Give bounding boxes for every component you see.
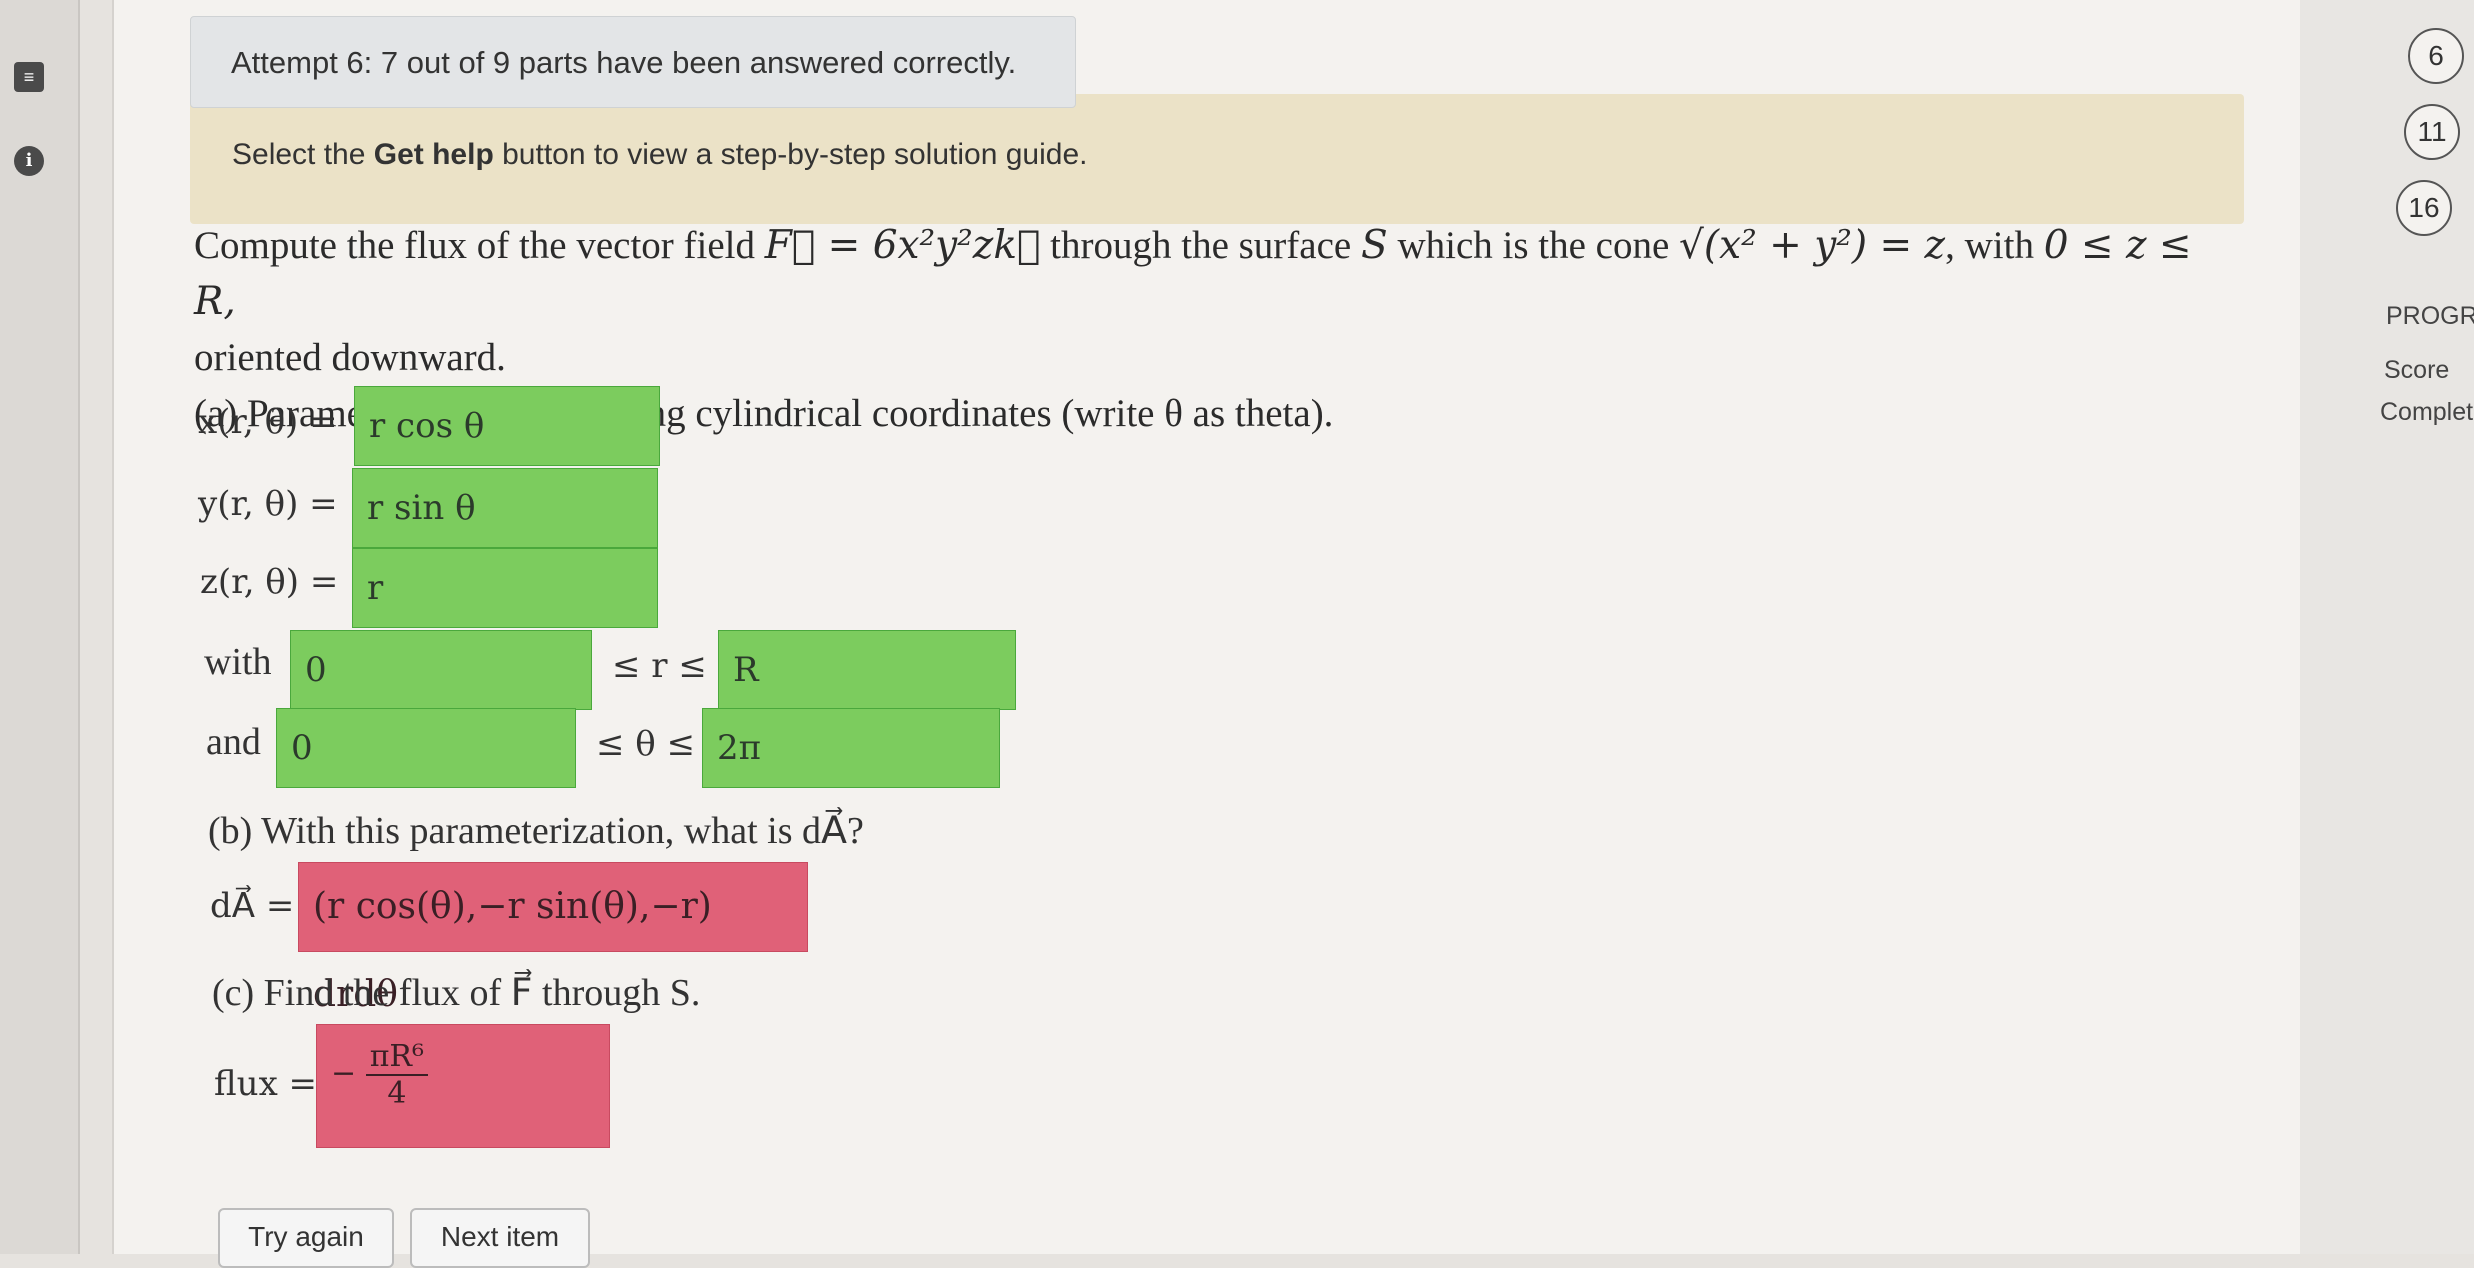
item-11-button[interactable]: 11 <box>2404 104 2460 160</box>
right-panel: 6 11 16 PROGR Score Complet <box>2300 0 2474 1254</box>
problem-text: , with <box>1945 224 2044 267</box>
y-label: y(r, θ) = <box>198 484 338 524</box>
flux-label: flux = <box>214 1064 318 1104</box>
with-label: with <box>204 641 272 683</box>
problem-text: Compute the flux of the vector field <box>194 224 765 267</box>
progress-label: PROGR <box>2386 302 2474 330</box>
part-b-question: (b) With this parameterization, what is … <box>208 810 864 852</box>
z-label: z(r, θ) = <box>200 562 339 602</box>
attempt-banner: Attempt 6: 7 out of 9 parts have been an… <box>190 16 1076 108</box>
score-label: Score <box>2384 356 2450 384</box>
try-again-button[interactable]: Try again <box>218 1208 394 1268</box>
x-label: x(r, θ) = <box>198 402 338 442</box>
z-answer-field[interactable]: r <box>352 548 658 628</box>
part-c-question: (c) Find the flux of F⃗ through S. <box>212 972 701 1014</box>
help-banner: Select the Get help button to view a ste… <box>190 94 2244 224</box>
flux-numerator: πR⁶ <box>365 1039 429 1076</box>
help-suffix: button to view a step-by-step solution g… <box>493 138 1088 171</box>
complete-label: Complet <box>2380 398 2474 426</box>
next-item-button[interactable]: Next item <box>410 1208 590 1268</box>
flux-sign: − <box>331 1056 357 1091</box>
surface-symbol: S <box>1360 223 1388 268</box>
vector-field: F⃗ = 6x²y²zk⃗ <box>764 223 1041 268</box>
problem-line-2: oriented downward. <box>194 336 506 379</box>
dA-answer-field[interactable]: (r cos(θ),−r sin(θ),−r) drdθ <box>298 862 808 1015</box>
cone-equation: √(x² + y²) = z <box>1679 223 1946 268</box>
r-between-label: ≤ r ≤ <box>612 646 707 686</box>
flux-fraction: πR⁶ 4 <box>365 1039 429 1111</box>
flux-answer-field[interactable]: − πR⁶ 4 <box>316 1024 610 1148</box>
item-16-button[interactable]: 16 <box>2396 180 2452 236</box>
y-answer-field[interactable]: r sin θ <box>352 468 658 548</box>
get-help-text: Get help <box>373 138 494 171</box>
r-upper-field[interactable]: R <box>718 630 1016 710</box>
item-6-button[interactable]: 6 <box>2408 28 2464 84</box>
document-icon[interactable]: ≡ <box>14 62 44 92</box>
problem-text: which is the cone <box>1387 224 1680 267</box>
theta-upper-field[interactable]: 2π <box>702 708 1000 788</box>
flux-denominator: 4 <box>387 1076 407 1111</box>
help-prefix: Select the <box>232 138 374 171</box>
x-answer-field[interactable]: r cos θ <box>354 386 660 466</box>
problem-text: through the surface <box>1040 224 1361 267</box>
info-icon[interactable]: i <box>14 146 44 176</box>
theta-lower-field[interactable]: 0 <box>276 708 576 788</box>
and-label: and <box>206 721 261 763</box>
dA-label: dA⃗ = <box>210 886 295 926</box>
r-lower-field[interactable]: 0 <box>290 630 592 710</box>
theta-between-label: ≤ θ ≤ <box>596 724 696 764</box>
problem-line-1: Compute the flux of the vector field F⃗ … <box>194 218 2194 330</box>
left-rail: ≡ i <box>0 0 80 1254</box>
